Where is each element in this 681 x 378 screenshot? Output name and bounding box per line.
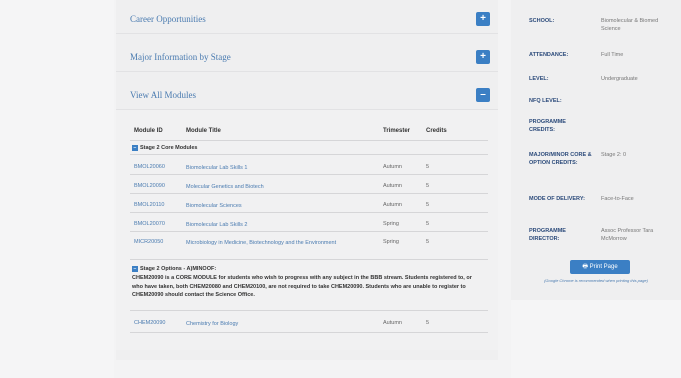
panel-background [511,300,681,378]
col-credits: Credits [426,128,447,134]
collapse-icon[interactable]: − [132,266,138,272]
divider [130,310,488,311]
divider [130,193,488,194]
divider [130,212,488,213]
collapse-icon[interactable]: – [476,87,490,102]
print-page-button[interactable]: 🖶 Print Page [570,260,630,274]
left-margin [0,0,114,378]
info-value: Undergraduate [601,76,638,82]
info-label: SCHOOL: [529,18,555,24]
col-module-title: Module Title [186,128,221,134]
accordion-title: Career Opportunities [130,13,206,24]
options-group-heading[interactable]: − Stage 2 Options - A)MINOOF: [132,266,216,272]
expand-icon[interactable]: + [476,49,490,64]
print-label: Print Page [589,264,618,270]
accordion-major-information[interactable]: Major Information by Stage + [116,42,498,72]
credits: 5 [426,183,430,189]
info-label: LEVEL: [529,76,549,82]
module-title-link[interactable]: Biomolecular Sciences [186,202,341,210]
module-id-link[interactable]: BMOL20060 [134,164,165,170]
module-id-link[interactable]: BMOL20110 [134,202,164,208]
modules-table: Module ID Module Title Trimester Credits… [116,110,498,350]
options-note: CHEM20090 is a CORE MODULE for students … [132,275,472,298]
programme-accordion: Career Opportunities + Major Information… [116,0,498,360]
accordion-title: View All Modules [130,89,196,100]
divider [130,259,488,260]
info-value: Face-to-Face [601,196,634,202]
info-value: Biomolecular & Biomed Science [601,18,659,32]
trimester: Autumn [383,164,402,170]
core-group-heading[interactable]: − Stage 2 Core Modules [132,145,197,151]
credits: 5 [426,239,430,245]
credits: 5 [426,320,430,326]
info-label: MAJOR/MINOR CORE & OPTION CREDITS: [529,152,592,166]
programme-info-panel: SCHOOL: Biomolecular & Biomed Science AT… [511,0,681,300]
print-note: (Google Chrome is recommended when print… [544,278,648,283]
module-title-link[interactable]: Biomolecular Lab Skills 1 [186,164,341,172]
accordion-title: Major Information by Stage [130,51,231,62]
module-id-link[interactable]: CHEM20090 [134,320,166,326]
info-value: Stage 2: 0 [601,152,627,158]
col-module-id: Module ID [134,128,163,134]
trimester: Autumn [383,202,402,208]
accordion-view-all-modules[interactable]: View All Modules – [116,80,498,110]
module-title-link[interactable]: Biomolecular Lab Skills 2 [186,221,341,229]
divider [130,140,488,141]
module-title-link[interactable]: Microbiology in Medicine, Biotechnology … [186,239,341,247]
credits: 5 [426,164,430,170]
module-title-link[interactable]: Chemistry for Biology [186,320,341,328]
accordion-career-opportunities[interactable]: Career Opportunities + [116,4,498,34]
printer-icon: 🖶 [582,264,588,270]
info-value: Assoc Professor Tara McMorrow [601,228,654,242]
info-label: ATTENDANCE: [529,52,569,58]
info-label: NFQ LEVEL: [529,98,562,104]
collapse-icon[interactable]: − [132,145,138,151]
divider [130,231,488,232]
module-id-link[interactable]: MICR20050 [134,239,163,245]
module-title-link[interactable]: Molecular Genetics and Biotech [186,183,341,191]
credits: 5 [426,221,430,227]
info-label: PROGRAMME DIRECTOR: [529,228,566,242]
trimester: Autumn [383,183,402,189]
credits: 5 [426,202,430,208]
module-id-link[interactable]: BMOL20090 [134,183,165,189]
trimester: Autumn [383,320,402,326]
divider [130,154,488,155]
module-id-link[interactable]: BMOL20070 [134,221,165,227]
divider [130,174,488,175]
expand-icon[interactable]: + [476,11,490,26]
trimester: Spring [383,239,399,245]
info-label: MODE OF DELIVERY: [529,196,585,202]
trimester: Spring [383,221,399,227]
info-value: Full Time [601,52,624,58]
divider [130,332,488,333]
info-label: PROGRAMME CREDITS: [529,119,566,133]
col-trimester: Trimester [383,128,411,134]
